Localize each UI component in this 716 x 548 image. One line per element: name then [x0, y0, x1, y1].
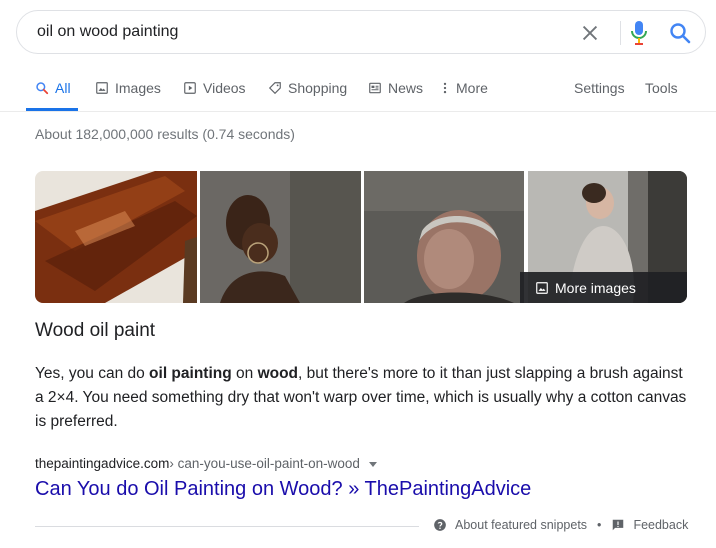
feedback-icon [613, 519, 624, 531]
more-images-label: More images [555, 279, 636, 296]
footer-divider [35, 526, 419, 527]
snippet-text: on [231, 365, 258, 382]
feedback-link[interactable]: Feedback [633, 518, 688, 532]
microphone-icon[interactable] [629, 20, 649, 46]
snippet-text: Yes, you can do [35, 365, 150, 382]
image-thumbnail-portrait-man[interactable] [364, 171, 524, 303]
tab-all-label: All [55, 80, 71, 96]
snippet-highlight: wood [257, 365, 299, 382]
result-citation: thepaintingadvice.com › can-you-use-oil-… [35, 456, 378, 471]
result-stats: About 182,000,000 results (0.74 seconds) [35, 126, 295, 142]
image-icon [96, 82, 108, 94]
tab-more-label: More [456, 80, 488, 96]
snippet-title: Wood oil paint [35, 320, 156, 341]
image-thumbnail-wood-table[interactable] [35, 171, 197, 303]
result-title-link[interactable]: Can You do Oil Painting on Wood? » ThePa… [35, 478, 531, 501]
snippet-highlight: oil painting [149, 365, 232, 382]
about-snippets-link[interactable]: About featured snippets [455, 518, 587, 532]
tab-shopping[interactable]: Shopping [268, 80, 347, 96]
tab-settings-label: Settings [574, 80, 625, 96]
search-icon [36, 82, 49, 95]
tab-settings[interactable]: Settings [574, 80, 625, 96]
newspaper-icon [369, 82, 381, 94]
cite-path: › can-you-use-oil-paint-on-wood [169, 456, 360, 471]
tab-videos-label: Videos [203, 80, 246, 96]
tab-tools-label: Tools [645, 80, 678, 96]
footer-separator: • [597, 518, 602, 532]
chevron-down-icon[interactable] [368, 459, 378, 469]
more-images-button[interactable]: More images [520, 272, 687, 303]
image-icon [536, 281, 548, 294]
search-divider [620, 21, 621, 45]
more-vert-icon [443, 82, 447, 94]
tab-more[interactable]: More [440, 80, 488, 96]
tab-news-label: News [388, 80, 424, 96]
snippet-footer: About featured snippets • Feedback [433, 518, 688, 532]
play-icon [184, 82, 196, 94]
cite-domain: thepaintingadvice.com [35, 456, 170, 471]
search-box[interactable]: oil on wood painting [16, 10, 706, 54]
tab-all[interactable]: All [35, 80, 71, 96]
tab-shopping-label: Shopping [288, 80, 348, 96]
search-icon[interactable] [668, 21, 692, 45]
tab-videos[interactable]: Videos [183, 80, 246, 96]
help-icon [434, 519, 446, 531]
active-tab-indicator [26, 108, 78, 111]
tab-news[interactable]: News [368, 80, 423, 96]
image-thumbnail-portrait-woman[interactable] [200, 171, 361, 303]
snippet-body: Yes, you can do oil painting on wood, bu… [35, 362, 690, 434]
tag-icon [268, 82, 281, 95]
tab-tools[interactable]: Tools [645, 80, 678, 96]
tab-images-label: Images [115, 80, 161, 96]
close-icon[interactable] [579, 22, 601, 44]
search-tabs: All Images Videos Shopping News More Set… [0, 70, 716, 112]
search-input[interactable]: oil on wood painting [37, 23, 178, 41]
tab-images[interactable]: Images [95, 80, 161, 96]
